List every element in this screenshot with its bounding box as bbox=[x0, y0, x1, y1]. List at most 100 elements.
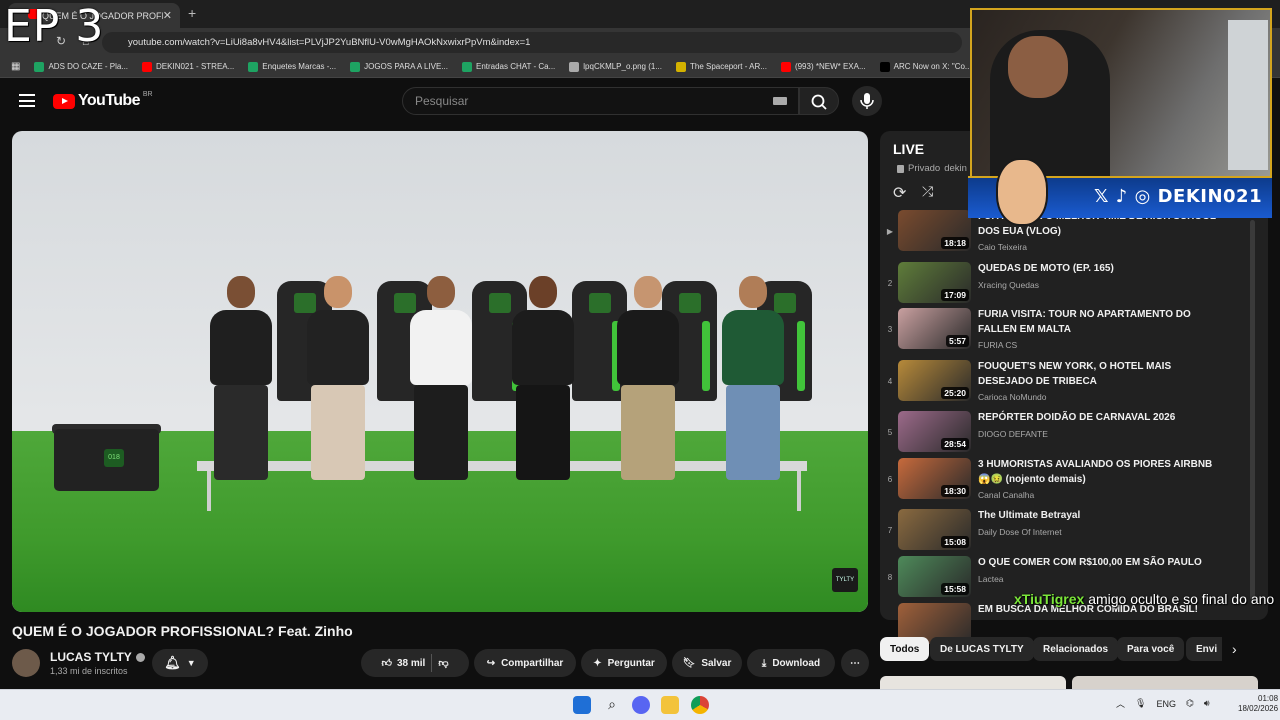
file-explorer-icon[interactable] bbox=[661, 696, 679, 714]
playlist-item-channel[interactable]: FURIA CS bbox=[978, 340, 1017, 350]
playlist-thumbnail[interactable]: 18:18 bbox=[898, 210, 971, 251]
playlist-item-channel[interactable]: DIOGO DEFANTE bbox=[978, 429, 1048, 439]
playlist-thumbnail[interactable]: 17:09 bbox=[898, 262, 971, 303]
microphone-icon[interactable]: 🎙︎ bbox=[1135, 698, 1146, 709]
chevron-up-icon[interactable]: ︿ bbox=[1116, 697, 1125, 710]
download-button[interactable]: ⤓ Download bbox=[747, 649, 835, 677]
voice-search-button[interactable] bbox=[852, 86, 882, 116]
bookmark-item[interactable]: ADS DO CAZE - Pla... bbox=[29, 61, 133, 72]
country-code: BR bbox=[142, 90, 153, 98]
playlist-item[interactable]: 6 18:30 3 HUMORISTAS AVALIANDO OS PIORES A… bbox=[884, 458, 1224, 502]
x-icon: 𝕏 bbox=[1094, 186, 1110, 207]
start-icon[interactable] bbox=[573, 696, 591, 714]
playlist-item-title[interactable]: REPÓRTER DOIDÃO DE CARNAVAL 2026 bbox=[978, 411, 1218, 426]
duration-badge: 28:54 bbox=[941, 438, 969, 450]
bookmark-favicon-icon bbox=[142, 61, 153, 72]
search-icon[interactable]: ⌕ bbox=[603, 696, 621, 714]
webcam-face bbox=[1008, 36, 1068, 98]
video-title: QUEM É O JOGADOR PROFISSIONAL? Feat. Zin… bbox=[12, 623, 353, 639]
more-actions-button[interactable]: ⋯ bbox=[841, 649, 869, 677]
playlist-item[interactable]: 2 17:09 QUEDAS DE MOTO (EP. 165) Xracing Qu… bbox=[884, 262, 1224, 306]
playlist-item-channel[interactable]: Caio Teixeira bbox=[978, 242, 1027, 252]
duration-badge: 15:08 bbox=[941, 536, 969, 548]
playlist-item-title[interactable]: The Ultimate Betrayal bbox=[978, 509, 1218, 524]
playlist-thumbnail[interactable]: 18:30 bbox=[898, 458, 971, 499]
playlist-item-channel[interactable]: Carioca NoMundo bbox=[978, 392, 1047, 402]
youtube-logo[interactable]: YouTube BR bbox=[53, 90, 153, 110]
playlist-index: 8 bbox=[887, 573, 893, 582]
playlist-item-title[interactable]: QUEDAS DE MOTO (EP. 165) bbox=[978, 262, 1218, 277]
bookmark-item[interactable]: Enquetes Marcas -... bbox=[243, 61, 341, 72]
chrome-icon[interactable] bbox=[691, 696, 709, 714]
bookmark-item[interactable]: (993) *NEW* EXA... bbox=[776, 61, 871, 72]
bookmark-item[interactable]: The Spaceport - AR... bbox=[671, 61, 772, 72]
apps-icon[interactable]: ▦ bbox=[6, 61, 25, 72]
playlist-index: 4 bbox=[887, 377, 893, 386]
save-button[interactable]: 🔖︎ Salvar bbox=[672, 649, 742, 677]
bookmark-item[interactable]: lpqCKMLP_o.png (1... bbox=[564, 61, 667, 72]
chevron-right-icon[interactable]: › bbox=[1232, 641, 1237, 657]
playlist-item[interactable]: 5 28:54 REPÓRTER DOIDÃO DE CARNAVAL 2026 DI… bbox=[884, 411, 1224, 455]
thumbs-up-icon: 👍︎ bbox=[381, 658, 392, 669]
chip-1[interactable]: De LUCAS TYLTY bbox=[930, 637, 1034, 661]
bookmark-item[interactable]: ARC Now on X: "Co... bbox=[875, 61, 977, 72]
playlist-index: 6 bbox=[887, 475, 893, 484]
like-button[interactable]: 👍︎ 38 mil bbox=[381, 657, 426, 670]
playlist-item-channel[interactable]: Lactea bbox=[978, 574, 1004, 584]
playlist-item-title[interactable]: FOUQUET'S NEW YORK, O HOTEL MAIS DESEJAD… bbox=[978, 360, 1218, 389]
ask-button[interactable]: ✦ Perguntar bbox=[581, 649, 667, 677]
channel-avatar[interactable] bbox=[12, 649, 40, 677]
playlist-item-channel[interactable]: Canal Canalha bbox=[978, 490, 1034, 500]
loop-icon[interactable]: ⟳ bbox=[893, 183, 906, 203]
bookmark-favicon-icon bbox=[350, 61, 361, 72]
thumbnail[interactable] bbox=[1072, 676, 1258, 690]
bookmark-favicon-icon bbox=[34, 61, 45, 72]
microphone-icon bbox=[860, 93, 874, 109]
playlist-scrollbar[interactable] bbox=[1250, 220, 1255, 600]
playlist-thumbnail[interactable]: 15:08 bbox=[898, 509, 971, 550]
playlist-owner[interactable]: dekin bbox=[944, 163, 967, 174]
playlist-item-channel[interactable]: Daily Dose Of Internet bbox=[978, 527, 1062, 537]
bookmark-item[interactable]: Entradas CHAT - Ca... bbox=[457, 61, 560, 72]
bookmark-item[interactable]: JOGOS PARA A LIVE... bbox=[345, 61, 453, 72]
playlist-index: 5 bbox=[887, 428, 893, 437]
playlist-item[interactable]: 7 15:08 The Ultimate Betrayal Daily Dose Of… bbox=[884, 509, 1224, 553]
playlist-thumbnail[interactable]: 25:20 bbox=[898, 360, 971, 401]
dislike-button[interactable]: 👎︎ bbox=[438, 657, 448, 669]
volume-icon[interactable]: 🔊︎ bbox=[1204, 698, 1210, 709]
playlist-item-title[interactable]: FURIA VISITA: TOUR NO APARTAMENTO DO FAL… bbox=[978, 308, 1218, 337]
discord-icon[interactable] bbox=[632, 696, 650, 714]
language-indicator[interactable]: ENG bbox=[1156, 699, 1176, 709]
playlist-item-channel[interactable]: Xracing Quedas bbox=[978, 280, 1039, 290]
keyboard-icon[interactable] bbox=[773, 97, 787, 105]
shuffle-icon[interactable]: ⤮ bbox=[922, 183, 933, 200]
system-clock[interactable]: 01:08 18/02/2026 bbox=[1238, 694, 1278, 714]
bookmark-label: ADS DO CAZE - Pla... bbox=[48, 62, 129, 71]
recommended-thumbnails-strip bbox=[880, 676, 1268, 690]
chip-4[interactable]: Envi bbox=[1186, 637, 1222, 661]
search-button[interactable] bbox=[799, 87, 839, 115]
url-bar[interactable]: youtube.com/watch?v=LiUi8a8vHV4&list=PLV… bbox=[102, 32, 962, 53]
new-tab-icon[interactable]: + bbox=[188, 5, 196, 21]
close-tab-icon[interactable]: ✕ bbox=[163, 9, 172, 22]
menu-icon[interactable] bbox=[19, 94, 35, 107]
chip-2[interactable]: Relacionados bbox=[1033, 637, 1119, 661]
thumbnail[interactable] bbox=[880, 676, 1066, 690]
search-input[interactable]: Pesquisar bbox=[402, 87, 799, 115]
video-player[interactable]: 018 TYLTY bbox=[12, 131, 868, 612]
bookmark-item[interactable]: DEKIN021 - STREA... bbox=[137, 61, 239, 72]
playlist-item[interactable]: 4 25:20 FOUQUET'S NEW YORK, O HOTEL MAIS D… bbox=[884, 360, 1224, 404]
playlist-thumbnail[interactable]: 28:54 bbox=[898, 411, 971, 452]
chip-3[interactable]: Para você bbox=[1117, 637, 1185, 661]
playlist-thumbnail[interactable]: 15:58 bbox=[898, 556, 971, 597]
playlist-item-title[interactable]: O QUE COMER COM R$100,00 EM SÃO PAULO bbox=[978, 556, 1218, 571]
channel-name[interactable]: LUCAS TYLTY bbox=[50, 650, 132, 664]
share-button[interactable]: ↪ Compartilhar bbox=[474, 649, 576, 677]
playlist-item[interactable]: 3 5:57 FURIA VISITA: TOUR NO APARTAMENTO D… bbox=[884, 308, 1224, 352]
playlist-thumbnail[interactable]: 5:57 bbox=[898, 308, 971, 349]
chip-0[interactable]: Todos bbox=[880, 637, 930, 661]
channel-name-row[interactable]: LUCAS TYLTY bbox=[50, 650, 145, 664]
playlist-item-title[interactable]: 3 HUMORISTAS AVALIANDO OS PIORES AIRBNB … bbox=[978, 458, 1218, 487]
network-icon[interactable]: ⌬ bbox=[1186, 698, 1194, 709]
notifications-button[interactable]: 🔔︎ ▼ bbox=[152, 649, 208, 677]
